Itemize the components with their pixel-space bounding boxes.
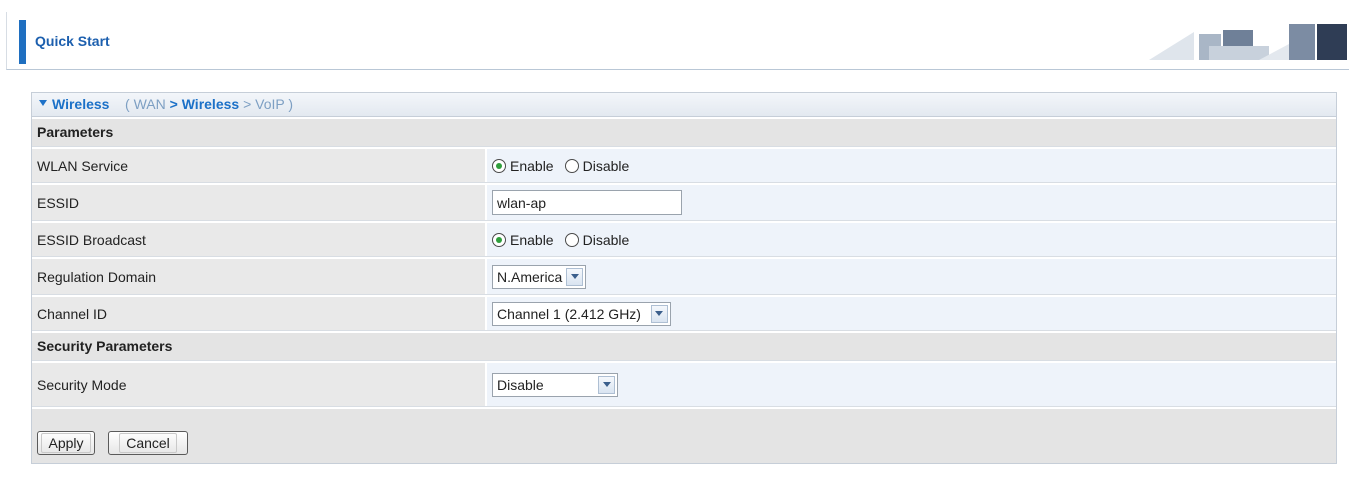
- row-wlan-service: WLAN Service Enable Disable: [32, 149, 1336, 183]
- breadcrumb-separator: >: [169, 96, 178, 112]
- wlan-service-radio-group: Enable Disable: [487, 149, 1336, 182]
- header-banner-graphic: [1149, 24, 1347, 60]
- section-title: Parameters: [37, 124, 114, 140]
- breadcrumb: Wireless ( WAN > Wireless > VoIP ): [32, 93, 1336, 117]
- radio-unchecked-icon[interactable]: [564, 158, 579, 173]
- page-header: Quick Start: [6, 12, 1349, 70]
- field-label: WLAN Service: [32, 149, 487, 182]
- field-label: ESSID: [32, 185, 487, 220]
- security-mode-select[interactable]: Disable: [492, 372, 618, 397]
- breadcrumb-step-voip[interactable]: VoIP: [255, 96, 284, 112]
- essid-broadcast-radio-group: Enable Disable: [487, 223, 1336, 256]
- breadcrumb-current: Wireless: [52, 96, 110, 112]
- chevron-down-icon[interactable]: [598, 375, 615, 394]
- select-value: Disable: [497, 376, 544, 393]
- channel-id-select[interactable]: Channel 1 (2.412 GHz): [492, 301, 671, 326]
- breadcrumb-step-wan[interactable]: WAN: [134, 96, 166, 112]
- chevron-down-icon[interactable]: [650, 304, 668, 323]
- row-regulation-domain: Regulation Domain N.America: [32, 259, 1336, 295]
- radio-checked-icon[interactable]: [492, 232, 506, 247]
- cancel-button[interactable]: Cancel: [108, 431, 188, 455]
- field-label: Regulation Domain: [32, 259, 487, 294]
- page-title: Quick Start: [35, 33, 110, 49]
- field-label: ESSID Broadcast: [32, 223, 487, 256]
- radio-label: Disable: [582, 157, 630, 174]
- wlan-service-enable-radio[interactable]: Enable: [492, 158, 554, 174]
- breadcrumb-close-paren: ): [288, 96, 294, 112]
- row-essid-broadcast: ESSID Broadcast Enable Disable: [32, 223, 1336, 257]
- radio-unchecked-icon[interactable]: [564, 232, 579, 247]
- essid-value-cell: [487, 185, 1336, 220]
- essid-input[interactable]: [492, 190, 682, 215]
- channel-id-value-cell: Channel 1 (2.412 GHz): [487, 297, 1336, 330]
- row-security-mode: Security Mode Disable: [32, 363, 1336, 407]
- form-footer: Apply Cancel: [32, 409, 1336, 463]
- security-mode-value-cell: Disable: [487, 363, 1336, 406]
- header-accent-bar: [19, 20, 26, 64]
- row-essid: ESSID: [32, 185, 1336, 221]
- essid-broadcast-enable-radio[interactable]: Enable: [492, 232, 554, 248]
- radio-label: Enable: [510, 157, 554, 174]
- section-security-parameters: Security Parameters: [32, 333, 1336, 361]
- radio-label: Enable: [510, 231, 554, 248]
- breadcrumb-separator: >: [243, 96, 252, 112]
- field-label: Channel ID: [32, 297, 487, 330]
- breadcrumb-open-paren: (: [125, 96, 130, 112]
- collapse-triangle-icon[interactable]: [39, 100, 47, 106]
- button-label: Apply: [41, 433, 91, 453]
- row-channel-id: Channel ID Channel 1 (2.412 GHz): [32, 297, 1336, 331]
- radio-checked-icon[interactable]: [492, 158, 506, 173]
- breadcrumb-step-wireless: Wireless: [181, 96, 240, 112]
- select-value: Channel 1 (2.412 GHz): [497, 305, 641, 322]
- select-value: N.America: [497, 268, 563, 285]
- field-label: Security Mode: [32, 363, 487, 406]
- essid-broadcast-disable-radio[interactable]: Disable: [564, 231, 630, 248]
- section-title: Security Parameters: [37, 338, 173, 354]
- apply-button[interactable]: Apply: [37, 431, 95, 455]
- wireless-panel: Wireless ( WAN > Wireless > VoIP ) Param…: [31, 92, 1337, 464]
- chevron-down-icon[interactable]: [566, 267, 584, 286]
- wlan-service-disable-radio[interactable]: Disable: [564, 157, 630, 174]
- regulation-domain-value-cell: N.America: [487, 259, 1336, 294]
- button-label: Cancel: [119, 433, 177, 453]
- radio-label: Disable: [582, 231, 630, 248]
- regulation-domain-select[interactable]: N.America: [492, 264, 587, 289]
- section-parameters: Parameters: [32, 119, 1336, 147]
